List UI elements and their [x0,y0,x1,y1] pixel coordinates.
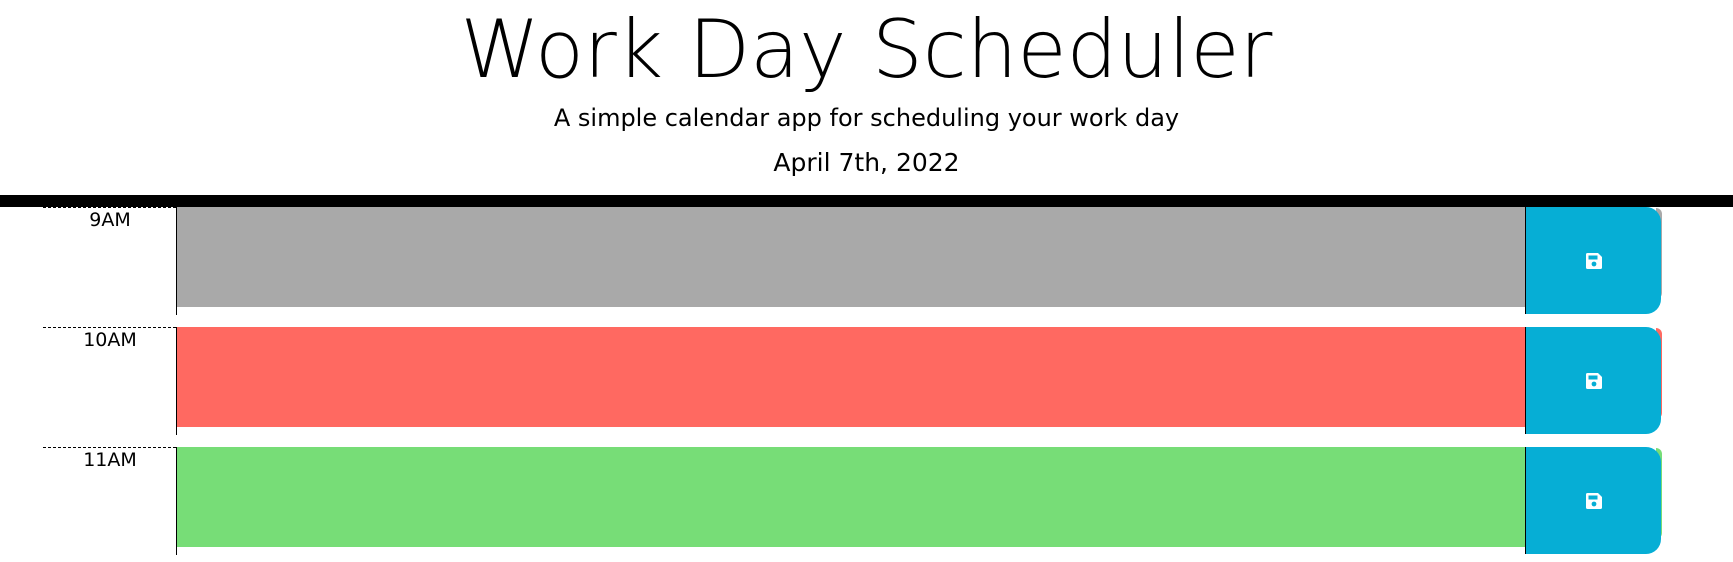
save-button[interactable] [1525,207,1661,314]
divider [176,547,177,555]
page-subtitle: A simple calendar app for scheduling you… [553,104,1180,132]
divider [176,307,177,315]
save-button[interactable] [1525,447,1661,554]
floppy-disk-icon [1586,373,1602,389]
current-date: April 7th, 2022 [773,148,960,177]
time-block-11am: 11AM [0,447,1733,555]
save-button[interactable] [1525,327,1661,434]
event-description-input[interactable] [176,207,1526,307]
time-block-9am: 9AM [0,207,1733,315]
hour-label: 10AM [43,327,176,435]
floppy-disk-icon [1586,493,1602,509]
divider [176,427,177,435]
hour-label: 11AM [43,447,176,555]
page-title: Work Day Scheduler [460,3,1273,96]
event-description-input[interactable] [176,447,1526,547]
event-description-input[interactable] [176,327,1526,427]
hour-label: 9AM [43,207,176,315]
header: Work Day Scheduler A simple calendar app… [0,0,1733,207]
floppy-disk-icon [1586,253,1602,269]
time-block-10am: 10AM [0,327,1733,435]
